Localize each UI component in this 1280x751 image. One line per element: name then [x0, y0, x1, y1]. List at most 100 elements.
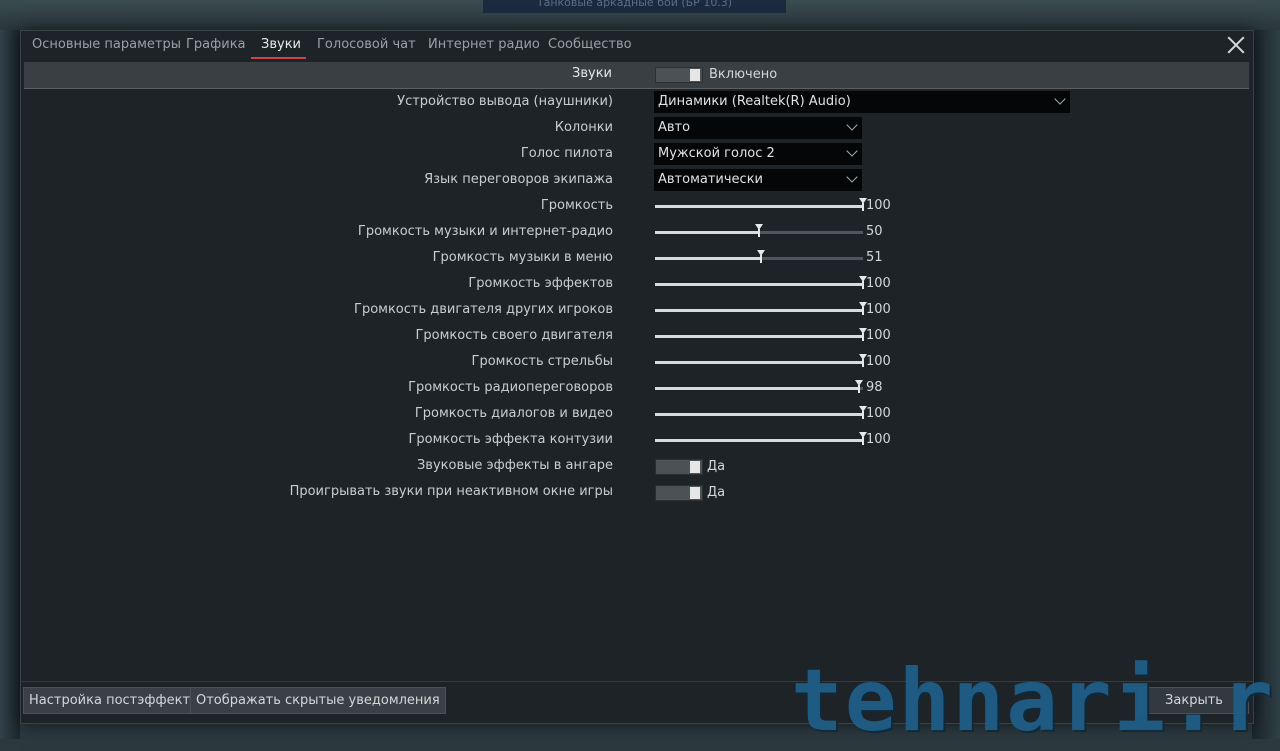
volume-slider[interactable] [655, 328, 867, 343]
settings-tabs: Основные параметры Графика Звуки Голосов… [21, 31, 1253, 61]
volume-slider[interactable] [655, 302, 867, 317]
volume-slider-value: 100 [866, 354, 891, 369]
output-device-row: Устройство вывода (наушники) Динамики (R… [21, 90, 1253, 116]
volume-slider[interactable] [655, 380, 863, 395]
crew-language-row: Язык переговоров экипажа Автоматически [21, 168, 1253, 194]
volume-slider-row: Громкость эффектов 100 [21, 272, 1253, 298]
volume-slider[interactable] [655, 432, 867, 447]
settings-window: Основные параметры Графика Звуки Голосов… [20, 30, 1280, 751]
volume-slider-label: Громкость музыки и интернет-радио [357, 224, 613, 239]
volume-slider-row: Громкость стрельбы 100 [21, 350, 1253, 376]
volume-slider[interactable] [655, 406, 867, 421]
volume-slider[interactable] [655, 224, 863, 239]
slider-fill [655, 309, 863, 312]
speakers-select[interactable]: Авто [654, 117, 862, 139]
volume-slider-row: Громкость диалогов и видео 100 [21, 402, 1253, 428]
chevron-down-icon [846, 119, 858, 131]
speakers-row: Колонки Авто [21, 116, 1253, 142]
inactive-window-sound-label: Проигрывать звуки при неактивном окне иг… [289, 484, 613, 499]
volume-slider-row: Громкость двигателя других игроков 100 [21, 298, 1253, 324]
volume-slider-label: Громкость диалогов и видео [414, 406, 613, 421]
slider-handle-line [862, 203, 864, 211]
chevron-down-icon [846, 145, 858, 157]
slider-fill [655, 257, 761, 260]
crew-language-value: Автоматически [658, 172, 764, 187]
volume-slider-value: 51 [866, 250, 883, 265]
slider-fill [655, 205, 863, 208]
inactive-window-sound-toggle[interactable] [655, 485, 703, 501]
hangar-sfx-toggle[interactable] [655, 459, 703, 475]
pilot-voice-value: Мужской голос 2 [658, 146, 775, 161]
slider-fill [655, 413, 863, 416]
output-device-label: Устройство вывода (наушники) [397, 94, 613, 109]
slider-handle-line [862, 307, 864, 315]
show-hidden-notifications-button[interactable]: Отображать скрытые уведомления [190, 687, 446, 714]
volume-slider-label: Громкость стрельбы [471, 354, 613, 369]
volume-slider-label: Громкость своего двигателя [415, 328, 613, 343]
output-device-select[interactable]: Динамики (Realtek(R) Audio) [654, 91, 1070, 113]
crew-language-select[interactable]: Автоматически [654, 169, 862, 191]
volume-slider[interactable] [655, 250, 863, 265]
crew-language-label: Язык переговоров экипажа [424, 172, 613, 187]
slider-fill [655, 387, 859, 390]
postfx-settings-button[interactable]: Настройка постэффектов [23, 687, 212, 714]
slider-handle-line [862, 437, 864, 445]
slider-handle-line [858, 385, 860, 393]
inactive-window-sound-row: Проигрывать звуки при неактивном окне иг… [21, 480, 1253, 506]
volume-slider-value: 100 [866, 198, 891, 213]
tab-community[interactable]: Сообщество [548, 37, 632, 52]
slider-fill [655, 361, 863, 364]
watermark-logo: tehnari.ru [791, 651, 1280, 751]
hangar-sfx-state: Да [707, 459, 726, 474]
slider-fill [655, 335, 863, 338]
volume-slider-label: Громкость музыки в меню [432, 250, 613, 265]
slider-handle-line [862, 411, 864, 419]
background-left [0, 30, 20, 739]
volume-slider-label: Громкость [540, 198, 613, 213]
tab-sound[interactable]: Звуки [261, 37, 301, 52]
volume-slider-label: Громкость двигателя других игроков [354, 302, 613, 317]
slider-fill [655, 439, 863, 442]
hangar-sfx-row: Звуковые эффекты в ангаре Да [21, 454, 1253, 480]
tab-graphics[interactable]: Графика [186, 37, 246, 52]
volume-slider-row: Громкость радиопереговоров 98 [21, 376, 1253, 402]
slider-fill [655, 231, 759, 234]
volume-slider[interactable] [655, 354, 867, 369]
volume-slider-row: Громкость 100 [21, 194, 1253, 220]
sound-master-label: Звуки [572, 66, 612, 81]
tab-internet-radio[interactable]: Интернет радио [428, 37, 540, 52]
hangar-sfx-label: Звуковые эффекты в ангаре [416, 458, 613, 473]
volume-slider-value: 100 [866, 406, 891, 421]
battle-mode-banner: Танковые аркадные бои (БР 10.3) [483, 0, 786, 13]
sound-master-state: Включено [709, 67, 778, 82]
volume-slider-value: 100 [866, 328, 891, 343]
volume-slider-row: Громкость эффекта контузии 100 [21, 428, 1253, 454]
slider-handle-line [862, 359, 864, 367]
volume-slider-row: Громкость музыки и интернет-радио 50 [21, 220, 1253, 246]
slider-handle-line [760, 255, 762, 263]
slider-handle-line [758, 229, 760, 237]
volume-slider[interactable] [655, 198, 867, 213]
volume-slider-value: 100 [866, 432, 891, 447]
volume-slider-value: 50 [866, 224, 883, 239]
volume-slider-row: Громкость своего двигателя 100 [21, 324, 1253, 350]
volume-slider-value: 100 [866, 302, 891, 317]
tab-voice-chat[interactable]: Голосовой чат [317, 37, 416, 52]
volume-slider-label: Громкость эффектов [468, 276, 613, 291]
volume-slider-row: Громкость музыки в меню 51 [21, 246, 1253, 272]
slider-handle-line [862, 281, 864, 289]
pilot-voice-select[interactable]: Мужской голос 2 [654, 143, 862, 165]
background-right [1252, 30, 1280, 739]
tab-main-parameters[interactable]: Основные параметры [32, 37, 181, 52]
active-tab-indicator [251, 57, 306, 59]
pilot-voice-row: Голос пилота Мужской голос 2 [21, 142, 1253, 168]
volume-slider-value: 98 [866, 380, 883, 395]
volume-slider-label: Громкость эффекта контузии [408, 432, 613, 447]
sound-master-toggle[interactable] [655, 67, 703, 83]
volume-slider[interactable] [655, 276, 867, 291]
inactive-window-sound-state: Да [707, 485, 726, 500]
chevron-down-icon [1054, 93, 1066, 105]
slider-fill [655, 283, 863, 286]
close-icon[interactable] [1224, 33, 1248, 57]
chevron-down-icon [846, 171, 858, 183]
